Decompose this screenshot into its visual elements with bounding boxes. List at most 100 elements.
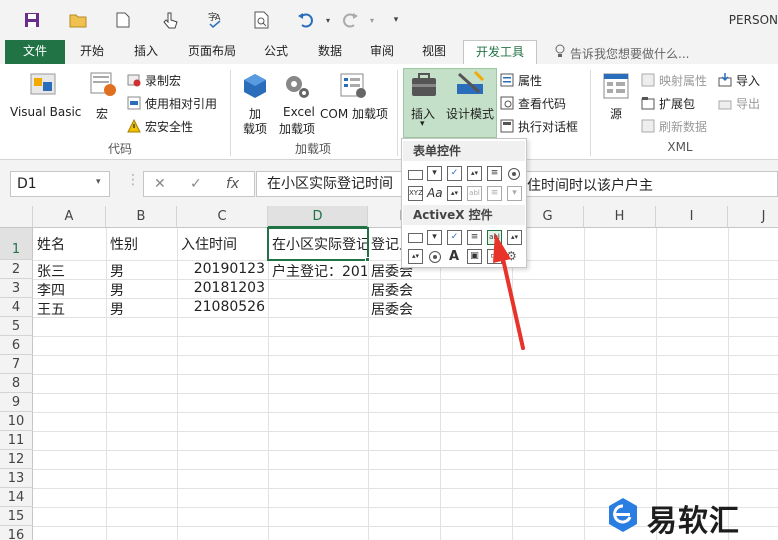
combo-box-activex[interactable]: ▾: [427, 230, 442, 245]
label-form-control[interactable]: Aa: [427, 186, 443, 200]
cell-b4[interactable]: 男: [110, 299, 176, 319]
checkbox-form-control[interactable]: ✓: [447, 166, 462, 181]
row-header-5[interactable]: 5: [0, 317, 33, 336]
tab-file[interactable]: 文件: [5, 40, 65, 64]
row-header-16[interactable]: 16: [0, 526, 33, 540]
row-header-6[interactable]: 6: [0, 336, 33, 355]
column-header-h[interactable]: H: [584, 206, 656, 228]
button-form-control[interactable]: [408, 170, 423, 180]
image-activex[interactable]: ▣: [467, 249, 482, 264]
spin-button-form-control[interactable]: ▴▾: [467, 166, 482, 181]
cell-c2[interactable]: 20190123: [181, 261, 265, 277]
spin-button-activex[interactable]: ▴▾: [408, 249, 423, 264]
open-folder-icon[interactable]: [68, 10, 88, 30]
row-header-15[interactable]: 15: [0, 507, 33, 526]
row-header-13[interactable]: 13: [0, 469, 33, 488]
touch-mode-icon[interactable]: [160, 10, 180, 30]
properties-button[interactable]: 属性: [500, 72, 542, 89]
tab-developer[interactable]: 开发工具: [463, 40, 537, 65]
fill-handle[interactable]: [365, 257, 370, 262]
column-header-d[interactable]: D: [268, 206, 368, 228]
cell-a3[interactable]: 李四: [37, 280, 105, 300]
combo-box-form-control[interactable]: ▾: [427, 166, 442, 181]
tab-page-layout[interactable]: 页面布局: [182, 40, 242, 64]
undo-icon[interactable]: [296, 10, 316, 30]
cancel-icon[interactable]: ✕: [154, 176, 166, 192]
visual-basic-button[interactable]: Visual Basic: [10, 105, 81, 119]
checkbox-activex[interactable]: ✓: [447, 230, 462, 245]
redo-icon[interactable]: [340, 10, 360, 30]
row-header-14[interactable]: 14: [0, 488, 33, 507]
tab-view[interactable]: 视图: [414, 40, 454, 64]
combo-list-form-control[interactable]: ≡: [487, 186, 502, 201]
record-macro-button[interactable]: 录制宏: [127, 72, 181, 89]
command-button-activex[interactable]: [408, 233, 423, 243]
text-field-form-control[interactable]: abl: [467, 186, 482, 201]
cell-c1[interactable]: 入住时间: [181, 234, 267, 254]
row-header-3[interactable]: 3: [0, 279, 33, 298]
column-header-i[interactable]: I: [656, 206, 728, 228]
column-header-b[interactable]: B: [106, 206, 177, 228]
map-properties-button[interactable]: 映射属性: [641, 72, 707, 89]
print-preview-icon[interactable]: [252, 10, 272, 30]
customize-qat-icon[interactable]: ▾: [386, 10, 406, 30]
cell-e1[interactable]: 登记人: [371, 234, 401, 254]
tab-insert[interactable]: 插入: [126, 40, 166, 64]
expansion-packs-button[interactable]: 扩展包: [641, 95, 695, 112]
cell-d2[interactable]: 户主登记：201: [272, 261, 367, 281]
label-activex[interactable]: A: [449, 249, 459, 264]
insert-dropdown-icon[interactable]: ▾: [420, 119, 425, 129]
cell-a1[interactable]: 姓名: [37, 234, 105, 254]
group-box-form-control[interactable]: XYZ: [408, 186, 423, 201]
select-all-corner[interactable]: [0, 206, 33, 228]
name-box[interactable]: D1: [10, 171, 110, 197]
cell-c3[interactable]: 20181203: [181, 280, 265, 296]
undo-dropdown-icon[interactable]: ▾: [318, 10, 338, 30]
name-box-dropdown-icon[interactable]: ▾: [96, 177, 101, 187]
addins-label-2[interactable]: 载项: [243, 120, 267, 137]
new-file-icon[interactable]: [113, 10, 133, 30]
row-header-2[interactable]: 2: [0, 260, 33, 279]
cell-e4[interactable]: 居委会: [371, 299, 437, 319]
option-button-activex[interactable]: [429, 251, 441, 263]
tab-data[interactable]: 数据: [310, 40, 350, 64]
scroll-bar-form-control[interactable]: ▴▾: [447, 186, 462, 201]
insert-function-icon[interactable]: fx: [226, 176, 239, 192]
export-button[interactable]: 导出: [718, 95, 760, 112]
row-header-12[interactable]: 12: [0, 450, 33, 469]
tab-review[interactable]: 审阅: [362, 40, 402, 64]
row-header-7[interactable]: 7: [0, 355, 33, 374]
view-code-button[interactable]: 查看代码: [500, 95, 566, 112]
refresh-data-button[interactable]: 刷新数据: [641, 118, 707, 135]
tab-formulas[interactable]: 公式: [256, 40, 296, 64]
design-mode-button[interactable]: 设计模式: [446, 105, 494, 122]
tell-me-search[interactable]: 告诉我您想要做什么...: [570, 45, 689, 62]
row-header-10[interactable]: 10: [0, 412, 33, 431]
spelling-icon[interactable]: 字A: [205, 10, 225, 30]
com-addins-button[interactable]: COM 加载项: [320, 105, 388, 122]
option-button-form-control[interactable]: [508, 168, 520, 180]
use-relative-references-button[interactable]: 使用相对引用: [127, 95, 217, 112]
macros-button[interactable]: 宏: [96, 105, 108, 122]
confirm-icon[interactable]: ✓: [190, 176, 202, 192]
cell-e3[interactable]: 居委会: [371, 280, 437, 300]
list-box-activex[interactable]: ≡: [467, 230, 482, 245]
cell-a2[interactable]: 张三: [37, 261, 105, 281]
cell-a4[interactable]: 王五: [37, 299, 105, 319]
column-header-a[interactable]: A: [33, 206, 106, 228]
row-header-4[interactable]: 4: [0, 298, 33, 317]
row-header-11[interactable]: 11: [0, 431, 33, 450]
row-header-1[interactable]: 1: [0, 228, 33, 260]
tab-home[interactable]: 开始: [72, 40, 112, 64]
cell-b1[interactable]: 性别: [110, 234, 176, 254]
row-header-9[interactable]: 9: [0, 393, 33, 412]
run-dialog-button[interactable]: 执行对话框: [500, 118, 578, 135]
column-header-j[interactable]: J: [728, 206, 778, 228]
save-icon[interactable]: [22, 10, 42, 30]
list-box-form-control[interactable]: ≡: [487, 166, 502, 181]
macro-security-button[interactable]: 宏安全性: [127, 118, 193, 135]
cell-b2[interactable]: 男: [110, 261, 176, 281]
combo-dropdown-form-control[interactable]: ▾: [507, 186, 522, 201]
cell-c4[interactable]: 21080526: [181, 299, 265, 315]
excel-addins-label-2[interactable]: 加载项: [279, 120, 315, 137]
